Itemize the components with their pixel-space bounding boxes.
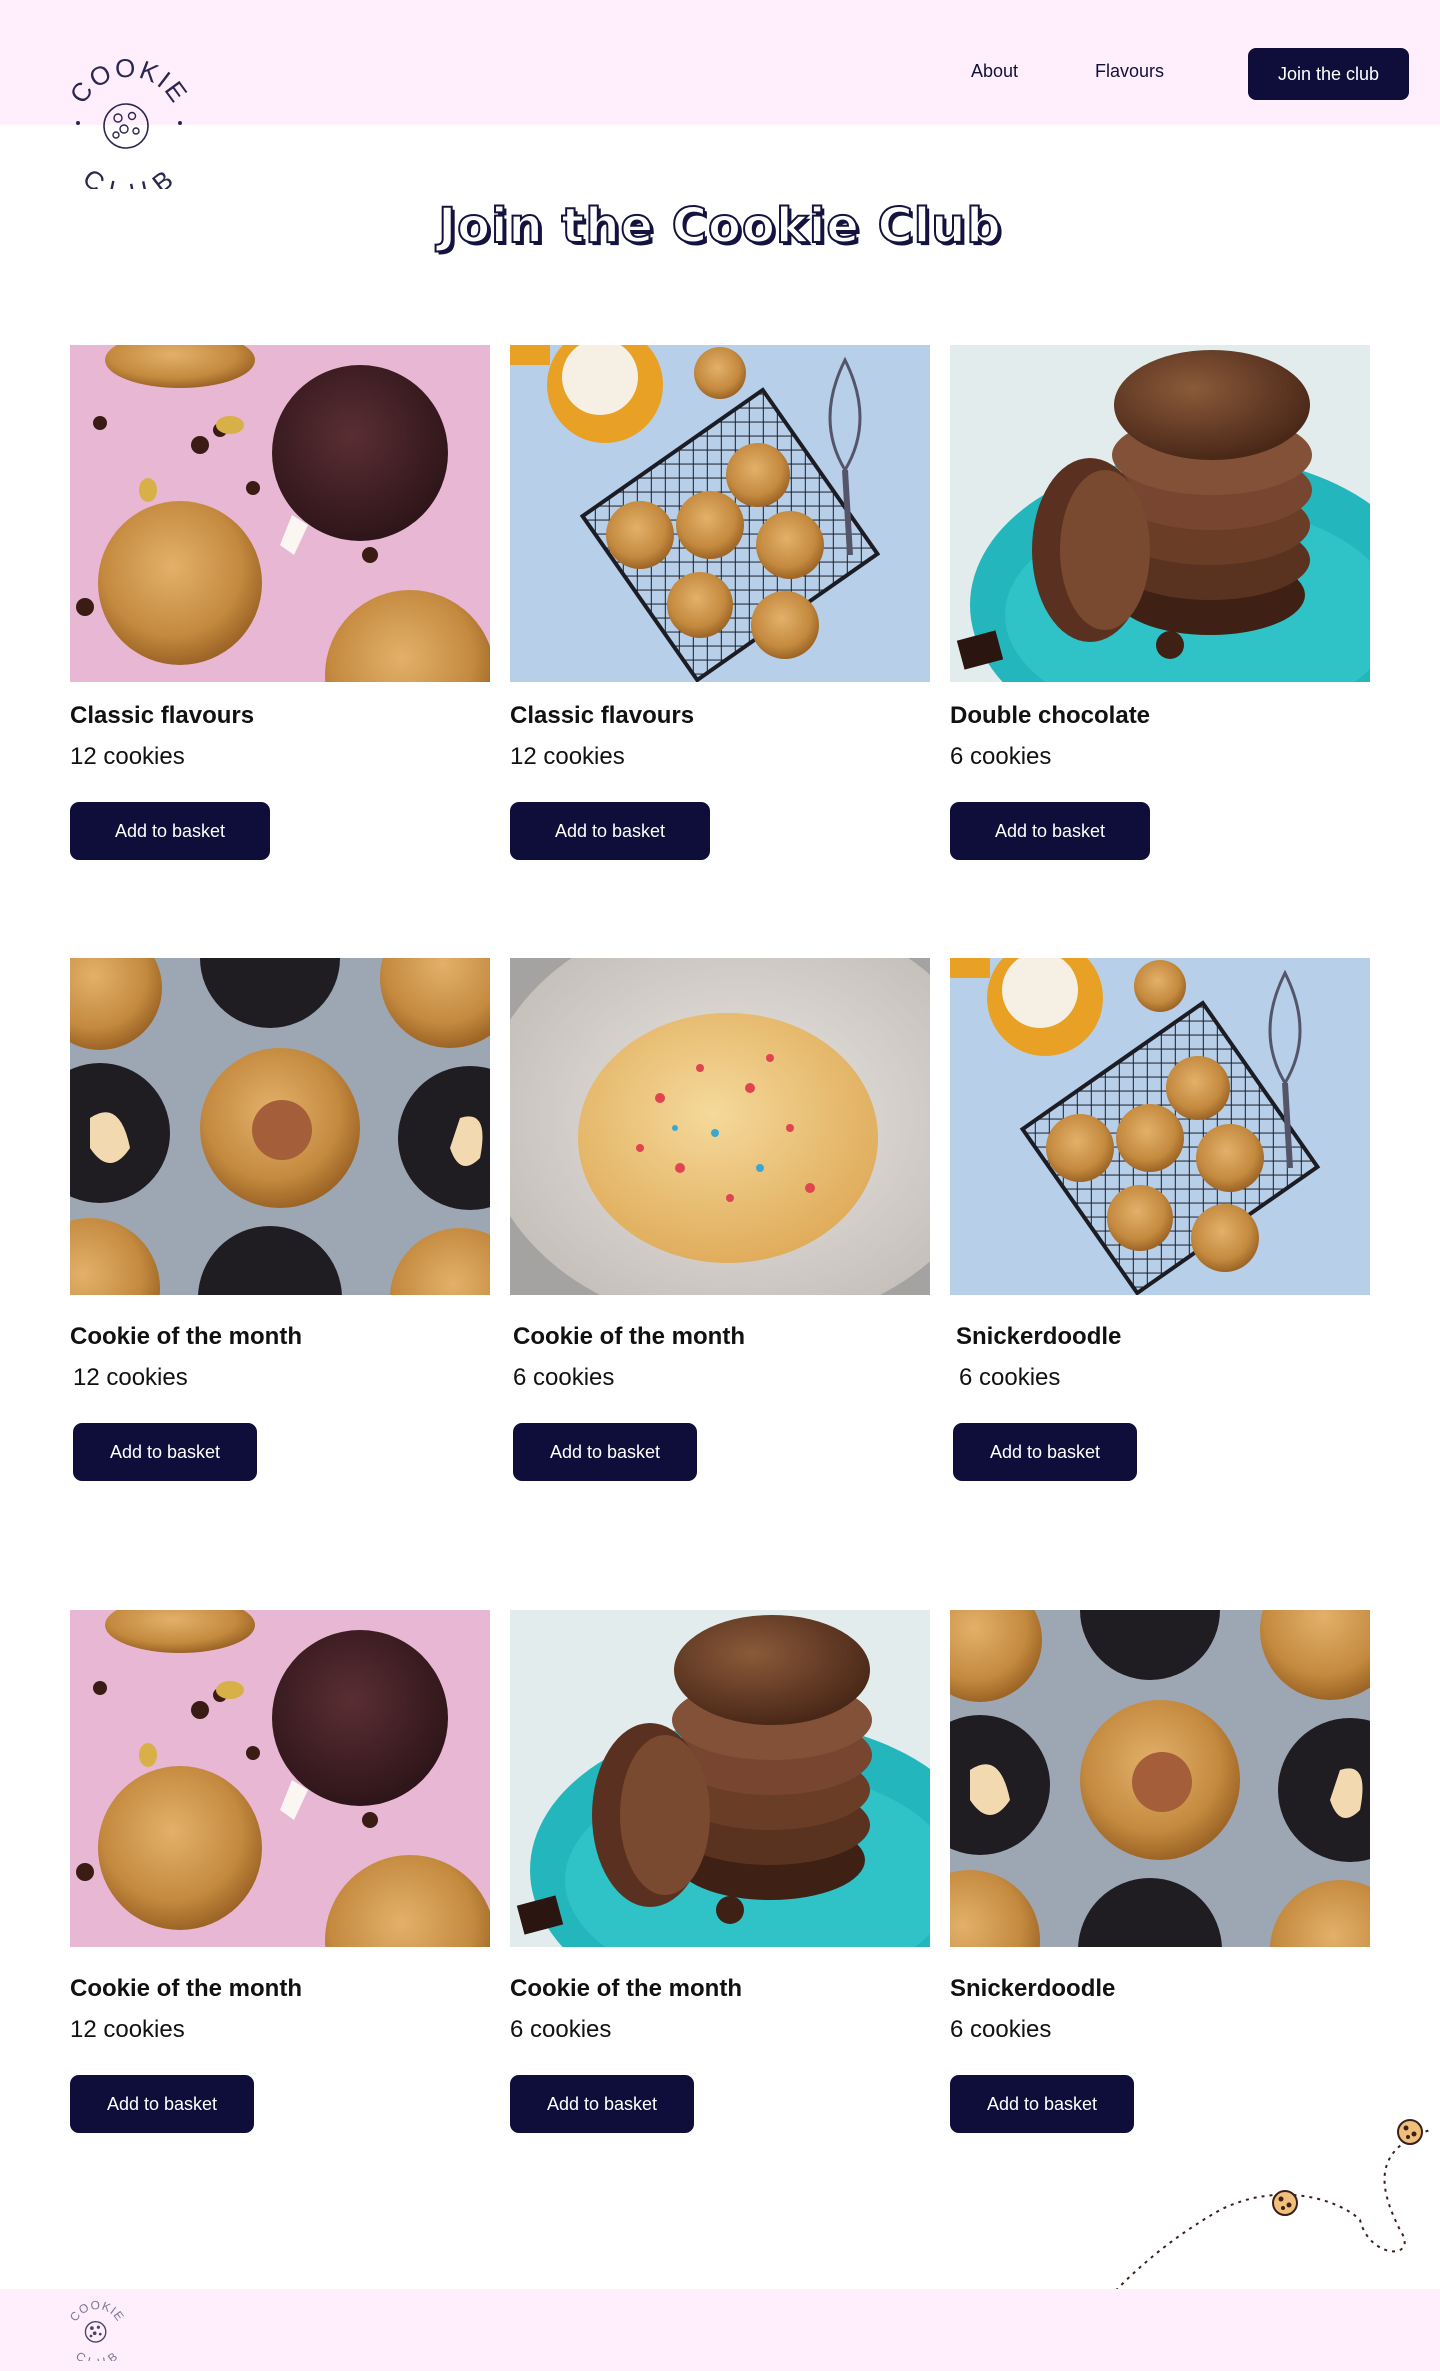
logo-text-bottom: CLUB (77, 162, 177, 189)
add-to-basket-button[interactable]: Add to basket (950, 2075, 1134, 2133)
svg-text:COOKIE: COOKIE (67, 2299, 127, 2324)
site-header: About Flavours Join the club (0, 0, 1440, 125)
add-to-basket-button[interactable]: Add to basket (950, 802, 1150, 860)
product-card: Cookie of the month 6 cookies Add to bas… (510, 1610, 930, 2140)
product-count: 6 cookies (510, 2016, 612, 2043)
site-footer: COOKIE CLUB (0, 2289, 1440, 2371)
cookies-on-rack-photo (950, 958, 1370, 1295)
footer-logo[interactable]: COOKIE CLUB (66, 2299, 128, 2361)
product-card: Cookie of the month 6 cookies Add to bas… (510, 958, 930, 1488)
add-to-basket-button[interactable]: Add to basket (73, 1423, 257, 1481)
add-to-basket-button[interactable]: Add to basket (513, 1423, 697, 1481)
page-title: Join the Cookie Club (437, 197, 1002, 255)
add-to-basket-button[interactable]: Add to basket (510, 802, 710, 860)
nav-about-link[interactable]: About (971, 61, 1018, 82)
product-count: 6 cookies (513, 1364, 615, 1391)
product-count: 12 cookies (70, 2016, 185, 2043)
product-card: Cookie of the month 12 cookies Add to ba… (70, 1610, 490, 2140)
product-count: 12 cookies (70, 743, 185, 770)
product-title: Classic flavours (510, 702, 695, 729)
product-card: Classic flavours 12 cookies Add to baske… (510, 345, 930, 865)
chocolate-stack-photo (950, 345, 1370, 682)
cookies-on-pink-photo (70, 1610, 490, 1947)
stuffed-cookies-photo (70, 958, 490, 1295)
cookie-logo-icon: COOKIE CLUB (64, 55, 195, 189)
stuffed-cookies-photo (950, 1610, 1370, 1947)
footer-logo-text-bottom: CLUB (73, 2349, 120, 2361)
product-title: Double chocolate (950, 702, 1151, 729)
product-card: Snickerdoodle 6 cookies Add to basket (950, 1610, 1370, 2140)
add-to-basket-button[interactable]: Add to basket (953, 1423, 1137, 1481)
cookie-icon (1272, 2190, 1298, 2216)
add-to-basket-button[interactable]: Add to basket (510, 2075, 694, 2133)
product-count: 12 cookies (510, 743, 625, 770)
cookies-on-rack-photo (510, 345, 930, 682)
product-count: 6 cookies (959, 1364, 1061, 1391)
cookies-on-pink-photo (70, 345, 490, 682)
footer-logo-text-top: COOKIE (67, 2299, 126, 2324)
svg-text:CLUB: CLUB (77, 162, 180, 189)
add-to-basket-button[interactable]: Add to basket (70, 802, 270, 860)
product-title: Classic flavours (70, 702, 255, 729)
product-title: Snickerdoodle (956, 1323, 1122, 1350)
sprinkle-cookie-photo (510, 958, 930, 1295)
product-card: Cookie of the month 12 cookies Add to ba… (70, 958, 490, 1488)
cookie-logo-icon: COOKIE CLUB (67, 2299, 127, 2361)
cookie-icon (1397, 2119, 1423, 2145)
product-count: 12 cookies (73, 1364, 188, 1391)
add-to-basket-button[interactable]: Add to basket (70, 2075, 254, 2133)
svg-text:COOKIE: COOKIE (64, 55, 195, 109)
product-card: Classic flavours 12 cookies Add to baske… (70, 345, 490, 865)
product-title: Cookie of the month (510, 1975, 742, 2002)
product-count: 6 cookies (950, 743, 1052, 770)
nav-flavours-link[interactable]: Flavours (1095, 61, 1164, 82)
cookie-club-logo[interactable]: COOKIE CLUB (62, 55, 196, 189)
svg-text:CLUB: CLUB (73, 2349, 121, 2361)
chocolate-stack-photo (510, 1610, 930, 1947)
product-card: Snickerdoodle 6 cookies Add to basket (950, 958, 1370, 1488)
product-title: Cookie of the month (70, 1323, 302, 1350)
logo-text-top: COOKIE (64, 55, 193, 109)
product-count: 6 cookies (950, 2016, 1052, 2043)
join-the-club-button[interactable]: Join the club (1248, 48, 1409, 100)
product-title: Snickerdoodle (950, 1975, 1116, 2002)
product-card: Double chocolate 6 cookies Add to basket (950, 345, 1370, 865)
product-title: Cookie of the month (513, 1323, 745, 1350)
product-title: Cookie of the month (70, 1975, 302, 2002)
